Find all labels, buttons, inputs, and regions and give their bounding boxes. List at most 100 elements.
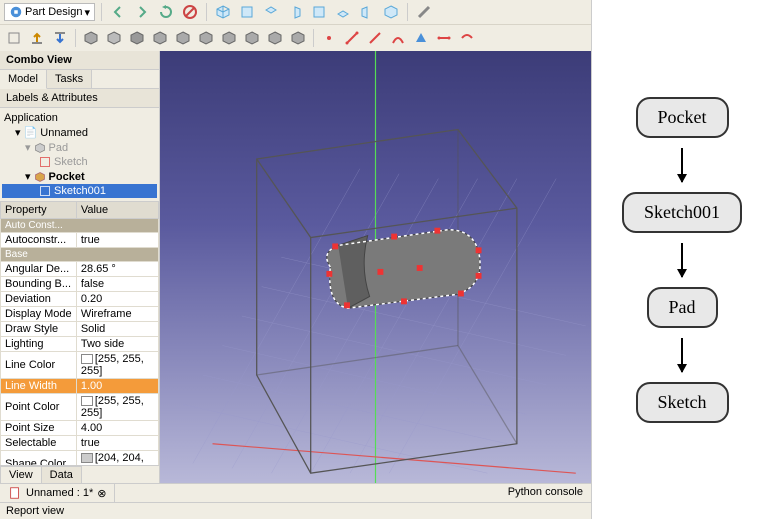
view-iso-icon[interactable]	[213, 2, 233, 22]
separator	[313, 29, 314, 47]
prop-header-property: Property	[1, 202, 77, 219]
view-axo-icon[interactable]	[381, 2, 401, 22]
prop-row[interactable]: Bounding B...false	[1, 277, 159, 292]
arrow-icon	[681, 148, 683, 182]
python-console-label: Python console	[500, 484, 591, 502]
line-icon[interactable]	[365, 28, 385, 48]
view-left-icon[interactable]	[357, 2, 377, 22]
tree-sketch[interactable]: Sketch	[2, 155, 157, 169]
solid-icon[interactable]	[173, 28, 193, 48]
prop-row[interactable]: Point Color[255, 255, 255]	[1, 394, 159, 421]
document-icon	[8, 486, 22, 500]
status-row: Unnamed : 1* ⊗ Python console	[0, 483, 591, 502]
toolbar-row-2	[0, 25, 591, 51]
solid-icon[interactable]	[196, 28, 216, 48]
prop-row[interactable]: Selectabletrue	[1, 436, 159, 451]
tree-pocket[interactable]: ▾ Pocket	[2, 169, 157, 184]
main-area: Combo View Model Tasks Labels & Attribut…	[0, 51, 591, 483]
export-icon[interactable]	[27, 28, 47, 48]
3d-viewport[interactable]	[160, 51, 591, 483]
combo-title: Combo View	[0, 51, 159, 70]
tree-unnamed[interactable]: ▾ 📄 Unnamed	[2, 125, 157, 140]
refresh-icon[interactable]	[156, 2, 176, 22]
color-swatch	[81, 453, 93, 463]
labels-attr: Labels & Attributes	[0, 89, 159, 108]
solid-icon[interactable]	[288, 28, 308, 48]
view-front-icon[interactable]	[237, 2, 257, 22]
view-bottom-icon[interactable]	[333, 2, 353, 22]
node-pad: Pad	[647, 287, 718, 328]
curve-icon[interactable]	[457, 28, 477, 48]
workbench-label: Part Design	[25, 6, 82, 18]
import-icon[interactable]	[50, 28, 70, 48]
workbench-bar: Part Design ▾	[0, 0, 591, 25]
cone-icon[interactable]	[411, 28, 431, 48]
solid-icon[interactable]	[219, 28, 239, 48]
tab-view[interactable]: View	[0, 466, 42, 483]
color-swatch	[81, 354, 93, 364]
prop-row[interactable]: Deviation0.20	[1, 292, 159, 307]
prop-row[interactable]: LightingTwo side	[1, 337, 159, 352]
prop-cat-auto: Auto Const...	[1, 219, 159, 233]
prop-row[interactable]: Autoconstr...true	[1, 233, 159, 248]
close-icon[interactable]: ⊗	[97, 487, 106, 500]
tree-application[interactable]: Application	[2, 111, 157, 125]
arrow-icon	[681, 243, 683, 277]
prop-cat-base: Base	[1, 248, 159, 262]
point-icon[interactable]	[319, 28, 339, 48]
combo-view: Combo View Model Tasks Labels & Attribut…	[0, 51, 160, 483]
document-tab[interactable]: Unnamed : 1* ⊗	[0, 484, 115, 502]
tab-data[interactable]: Data	[41, 466, 82, 483]
prop-row-selected[interactable]: Line Width1.00	[1, 379, 159, 394]
solid-icon[interactable]	[150, 28, 170, 48]
prop-row[interactable]: Line Color[255, 255, 255]	[1, 352, 159, 379]
prop-row[interactable]: Shape Color[204, 204, 204]	[1, 451, 159, 466]
curve-icon[interactable]	[388, 28, 408, 48]
solid-icon[interactable]	[242, 28, 262, 48]
node-sketch: Sketch	[636, 382, 729, 423]
measure-icon[interactable]	[414, 2, 434, 22]
separator	[101, 3, 102, 21]
model-tree: Application ▾ 📄 Unnamed ▾ Pad Sketch ▾ P…	[0, 108, 159, 201]
view-rear-icon[interactable]	[309, 2, 329, 22]
spacer	[115, 484, 499, 502]
property-tabs: View Data	[0, 465, 159, 483]
tab-tasks[interactable]: Tasks	[47, 70, 92, 88]
nav-fwd-icon[interactable]	[132, 2, 152, 22]
color-swatch	[81, 396, 93, 406]
tab-model[interactable]: Model	[0, 70, 47, 89]
solid-icon[interactable]	[104, 28, 124, 48]
solid-icon[interactable]	[127, 28, 147, 48]
line-icon[interactable]	[342, 28, 362, 48]
line-icon[interactable]	[434, 28, 454, 48]
app-window: Part Design ▾	[0, 0, 592, 519]
property-panel: PropertyValue Auto Const... Autoconstr..…	[0, 201, 159, 465]
dropdown-icon: ▾	[84, 6, 90, 19]
solid-icon[interactable]	[81, 28, 101, 48]
tree-sketch001[interactable]: Sketch001	[2, 184, 157, 198]
separator	[407, 3, 408, 21]
nav-back-icon[interactable]	[108, 2, 128, 22]
tree-pad[interactable]: ▾ Pad	[2, 140, 157, 155]
stop-icon[interactable]	[180, 2, 200, 22]
prop-row[interactable]: Draw StyleSolid	[1, 322, 159, 337]
view-right-icon[interactable]	[285, 2, 305, 22]
view-top-icon[interactable]	[261, 2, 281, 22]
tool-icon[interactable]	[4, 28, 24, 48]
report-view-label: Report view	[0, 502, 591, 519]
property-table: PropertyValue Auto Const... Autoconstr..…	[0, 201, 159, 465]
prop-row[interactable]: Point Size4.00	[1, 421, 159, 436]
arrow-icon	[681, 338, 683, 372]
node-pocket: Pocket	[636, 97, 729, 138]
prop-header-value: Value	[76, 202, 158, 219]
prop-row[interactable]: Angular De...28.65 °	[1, 262, 159, 277]
combo-tabs: Model Tasks	[0, 70, 159, 89]
node-sketch001: Sketch001	[622, 192, 742, 233]
workbench-selector[interactable]: Part Design ▾	[4, 3, 95, 21]
viewport-scene	[160, 51, 591, 483]
separator	[75, 29, 76, 47]
solid-icon[interactable]	[265, 28, 285, 48]
prop-row[interactable]: Display ModeWireframe	[1, 307, 159, 322]
separator	[206, 3, 207, 21]
dependency-diagram: Pocket Sketch001 Pad Sketch	[592, 0, 772, 519]
